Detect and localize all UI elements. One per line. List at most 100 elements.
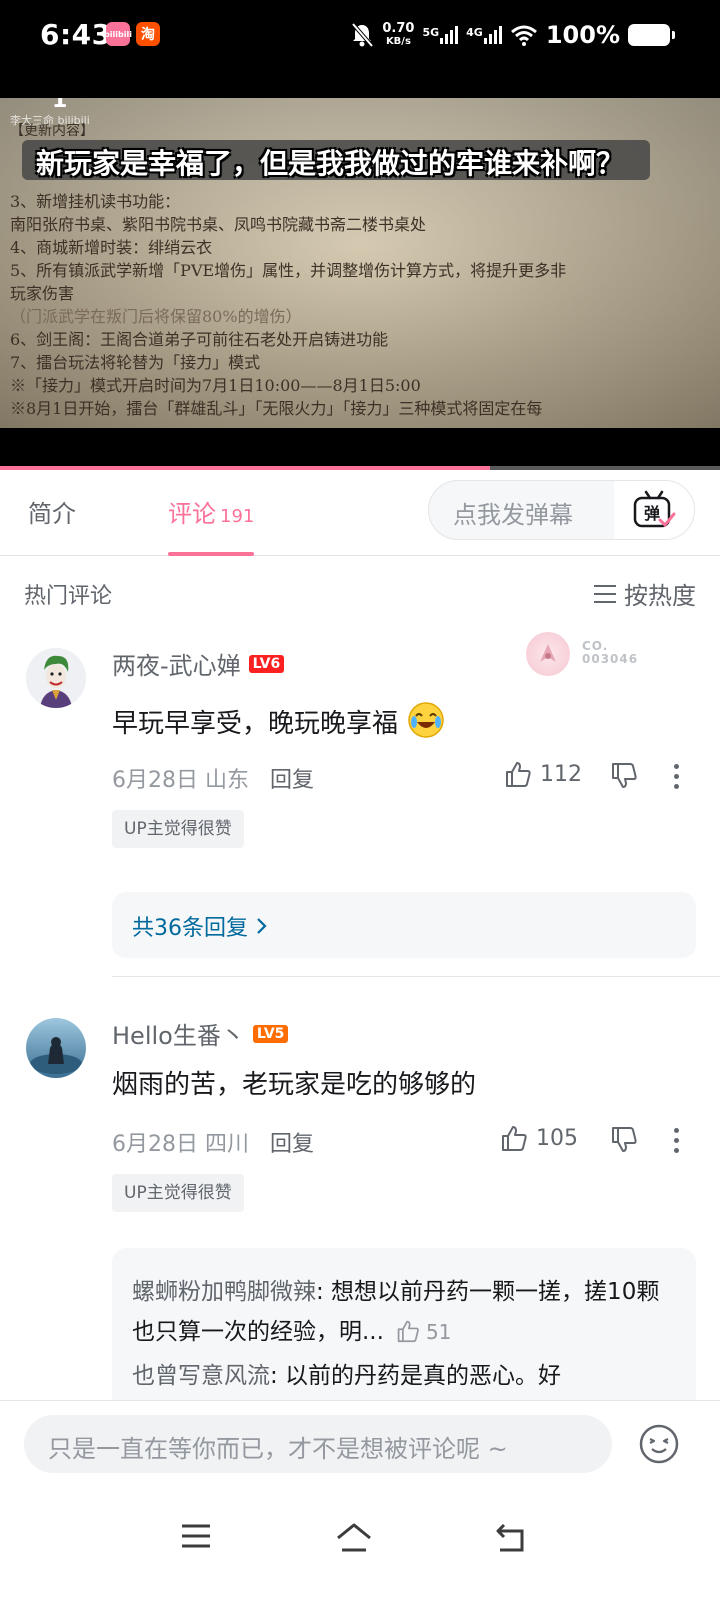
replies-count-label: 共36条回复: [132, 916, 248, 941]
sub-reply[interactable]: 螺蛳粉加鸭脚微辣: 想想以前丹药一颗一搓，搓10颗也只算一次的经验，明... 51: [132, 1272, 682, 1352]
avatar[interactable]: [26, 648, 86, 708]
status-indicators: 0.70 KB/s 5G 4G 100%: [350, 18, 675, 52]
network-type-2: 4G: [466, 26, 483, 39]
video-line: 4、商城新增时装：绯绡云衣: [10, 238, 213, 257]
signal-5g: 5G: [422, 26, 459, 44]
comment-username[interactable]: 两夜-武心婵 LV6: [112, 646, 285, 681]
chevron-right-icon: [257, 918, 267, 934]
reply-button[interactable]: 回复: [270, 768, 314, 793]
status-time: 6:43: [40, 18, 112, 51]
fan-medal-number: CO. 003046: [582, 640, 638, 666]
scenery-avatar-image: [26, 1018, 86, 1078]
thumbs-up-icon: [502, 1126, 527, 1151]
video-line: ※「接力」模式开启时间为7月1日10:00——8月1日5:00: [10, 376, 421, 395]
more-options-button[interactable]: [674, 764, 680, 789]
like-button[interactable]: 105: [500, 1124, 578, 1152]
sort-button[interactable]: 按热度: [594, 576, 696, 611]
video-line: 5、所有镇派武学新增「PVE增伤」属性，并调整增伤计算方式，将提升更多非: [10, 261, 567, 280]
up-liked-badge: UP主觉得很赞: [112, 1174, 244, 1212]
comment-date-location: 6月28日 四川: [112, 1132, 249, 1157]
comment-username[interactable]: Hello生番丶 LV5: [112, 1016, 289, 1051]
replies-summary-box[interactable]: 共36条回复: [112, 892, 696, 958]
dislike-button[interactable]: [610, 762, 638, 794]
menu-icon: [182, 1524, 210, 1548]
tab-bar: 简介 评论 191 点我发弹幕 弹: [0, 470, 720, 556]
emoji-button[interactable]: [638, 1423, 680, 1469]
more-options-button[interactable]: [674, 1128, 680, 1153]
like-count: 112: [540, 761, 582, 787]
comment-text: 早玩早享受，晚玩晚享福: [112, 700, 446, 740]
bell-off-icon: [351, 22, 374, 48]
fan-medal-badge[interactable]: CO. 003046: [526, 632, 676, 680]
danmaku-tv-icon: 弹: [633, 490, 676, 528]
network-type-1: 5G: [422, 26, 440, 39]
sub-reply[interactable]: 也曾写意风流: 以前的丹药是真的恶心。好: [132, 1356, 682, 1396]
home-button[interactable]: [334, 1522, 374, 1558]
back-icon: [496, 1523, 524, 1552]
fan-medal-digits: 003046: [582, 652, 639, 666]
comment-input-bar: 只是一直在等你而已，才不是想被评论呢 ~: [0, 1400, 720, 1490]
net-speed: 0.70 KB/s: [382, 22, 414, 48]
level-badge: LV6: [248, 654, 285, 673]
hot-comments-title: 热门评论: [24, 584, 113, 609]
menu-button[interactable]: [180, 1522, 212, 1554]
list-sort-icon: [594, 584, 616, 603]
tab-comments[interactable]: 评论 191: [168, 494, 254, 529]
sub-reply-author[interactable]: 也曾写意风流: [132, 1363, 270, 1389]
laughing-cry-emoji-icon: [408, 702, 445, 738]
comment-date-location: 6月28日 山东: [112, 768, 249, 793]
tab-intro[interactable]: 简介: [28, 494, 76, 529]
video-episode-number: 1: [52, 98, 68, 113]
video-line: 6、剑王阁：王阁合道弟子可前往石老处开启铸进功能: [10, 330, 389, 349]
sub-reply-author[interactable]: 螺蛳粉加鸭脚微辣: [132, 1279, 316, 1305]
thumbs-down-icon: [612, 763, 637, 788]
status-bar: 6:43 bilibili 淘 0.70 KB/s 5G 4G 100%: [0, 0, 720, 98]
up-liked-badge: UP主觉得很赞: [112, 810, 244, 848]
sub-reply-likes: 51: [396, 1320, 451, 1344]
video-line: ※8月1日开始，擂台「群雄乱斗」「无限火力」「接力」三种模式将固定在每: [10, 399, 543, 418]
signal-4g: 4G: [466, 26, 502, 44]
home-icon: [337, 1523, 371, 1552]
svg-text:弹: 弹: [644, 504, 660, 523]
emoji-face-icon: [639, 1424, 679, 1464]
net-speed-value: 0.70: [382, 21, 415, 36]
sort-label: 按热度: [624, 582, 696, 610]
danmaku-placeholder: 点我发弹幕: [453, 501, 573, 529]
dislike-button[interactable]: [610, 1126, 638, 1158]
username-text: Hello生番丶: [112, 1022, 245, 1050]
signal-bars-icon: [483, 26, 502, 44]
system-nav-bar: [0, 1490, 720, 1600]
video-line: 玩家伤害: [10, 284, 75, 303]
video-line: 南阳张府书桌、紫阳书院书桌、凤鸣书院藏书斋二楼书桌处: [10, 215, 427, 234]
like-button[interactable]: 112: [504, 760, 582, 788]
level-badge: LV5: [252, 1024, 289, 1043]
bilibili-app-icon: bilibili: [104, 22, 132, 46]
reply-button[interactable]: 回复: [270, 1132, 314, 1157]
thumbs-down-icon: [612, 1127, 637, 1152]
video-caption: 新玩家是幸福了，但是我我做过的牢谁来补啊？: [22, 140, 650, 180]
like-count: 105: [536, 1125, 578, 1151]
wifi-icon: [510, 25, 537, 46]
video-frame: 【更新内容】 3、新增挂机读书功能： 南阳张府书桌、紫阳书院书桌、凤鸣书院藏书斋…: [0, 98, 720, 428]
video-line: 3、新增挂机读书功能：: [10, 192, 181, 211]
fan-medal-icon: [526, 632, 570, 676]
video-line: 7、擂台玩法将轮替为「接力」模式: [10, 353, 261, 372]
back-button[interactable]: [494, 1522, 528, 1558]
tab-comments-label: 评论: [168, 500, 216, 528]
net-speed-unit: KB/s: [385, 36, 411, 47]
comment-text-body: 早玩早享受，晚玩晚享福: [112, 709, 399, 739]
view-replies-link[interactable]: 共36条回复: [132, 910, 268, 942]
comment-input[interactable]: 只是一直在等你而已，才不是想被评论呢 ~: [24, 1415, 612, 1473]
danmaku-toggle-button[interactable]: 弹: [614, 481, 694, 539]
hot-comments-header: 热门评论 按热度: [0, 556, 720, 630]
avatar[interactable]: [26, 1018, 86, 1078]
comment-divider: [112, 976, 720, 977]
thumbs-up-icon: [397, 1320, 419, 1343]
sub-reply-text: 以前的丹药是真的恶心。好: [277, 1363, 562, 1389]
video-player[interactable]: 【更新内容】 3、新增挂机读书功能： 南阳张府书桌、紫阳书院书桌、凤鸣书院藏书斋…: [0, 98, 720, 470]
danmaku-input[interactable]: 点我发弹幕 弹: [428, 480, 695, 540]
tab-comments-count: 191: [220, 506, 255, 527]
taobao-app-icon: 淘: [136, 22, 160, 46]
signal-bars-icon: [440, 26, 459, 44]
battery-icon: [628, 24, 675, 46]
